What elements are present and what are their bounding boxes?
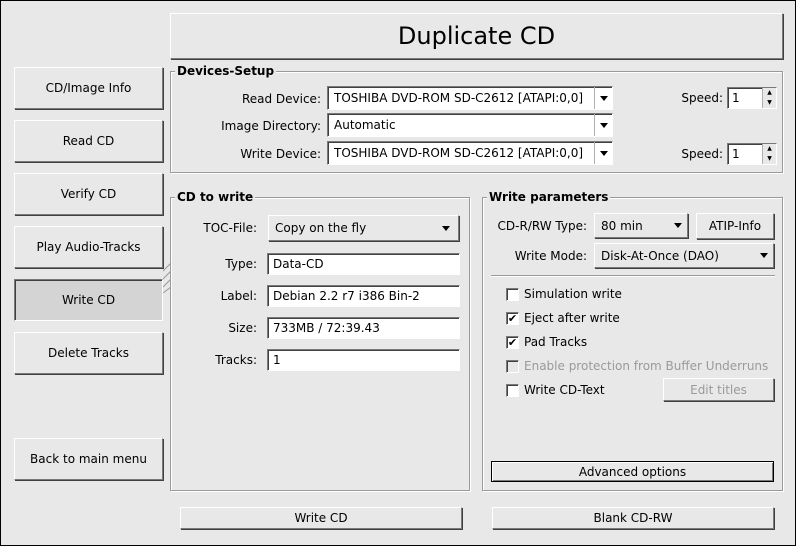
pad-tracks-checkbox[interactable]: ✔ Pad Tracks <box>506 335 587 349</box>
sidebar-item-write-cd[interactable]: Write CD <box>14 279 163 321</box>
read-device-value: TOSHIBA DVD-ROM SD-C2612 [ATAPI:0,0] <box>334 91 584 105</box>
spin-down-icon[interactable]: ▼ <box>763 154 776 164</box>
cd-to-write-title: CD to write <box>175 190 256 204</box>
cd-rw-type-label: CD-R/RW Type: <box>497 219 587 233</box>
page-title: Duplicate CD <box>170 13 783 59</box>
write-mode-label: Write Mode: <box>514 249 587 263</box>
simulation-write-label: Simulation write <box>524 287 622 301</box>
chevron-down-icon[interactable] <box>669 214 687 237</box>
toc-file-value: Copy on the fly <box>275 221 367 235</box>
edit-titles-button: Edit titles <box>663 378 774 401</box>
read-speed-spinner[interactable]: 1 ▲ ▼ <box>727 87 777 109</box>
sidebar-item-cd-image-info[interactable]: CD/Image Info <box>14 67 163 109</box>
write-speed-spinner[interactable]: 1 ▲ ▼ <box>727 143 777 165</box>
sidebar-item-play-audio-tracks[interactable]: Play Audio-Tracks <box>14 226 163 268</box>
toc-file-select[interactable]: Copy on the fly <box>268 215 459 241</box>
back-to-main-menu-button[interactable]: Back to main menu <box>14 438 163 480</box>
size-label: Size: <box>228 321 257 335</box>
advanced-options-button[interactable]: Advanced options <box>491 461 774 482</box>
checkbox-unchecked-icon[interactable] <box>506 383 519 397</box>
pad-tracks-label: Pad Tracks <box>524 335 588 349</box>
write-cd-text-checkbox[interactable]: Write CD-Text <box>506 383 605 397</box>
spin-up-icon[interactable]: ▲ <box>763 88 776 98</box>
label-field[interactable]: Debian 2.2 r7 i386 Bin-2 <box>267 285 460 307</box>
read-speed-label: Speed: <box>681 91 723 105</box>
write-device-value: TOSHIBA DVD-ROM SD-C2612 [ATAPI:0,0] <box>334 146 584 160</box>
write-mode-select[interactable]: Disk-At-Once (DAO) <box>594 243 774 268</box>
chevron-down-icon[interactable] <box>434 216 458 240</box>
tracks-field[interactable]: 1 <box>267 349 460 371</box>
checkmark-icon[interactable]: ✔ <box>506 335 519 349</box>
image-directory-value: Automatic <box>334 118 396 132</box>
divider <box>491 275 775 277</box>
cd-to-write-group: CD to write <box>170 190 470 491</box>
label-label: Label: <box>220 289 257 303</box>
image-directory-select[interactable]: Automatic <box>327 113 613 137</box>
eject-after-write-label: Eject after write <box>524 311 620 325</box>
checkbox-disabled-icon <box>506 359 519 373</box>
read-device-select[interactable]: TOSHIBA DVD-ROM SD-C2612 [ATAPI:0,0] <box>327 86 613 110</box>
chevron-down-icon[interactable] <box>755 244 773 267</box>
devices-setup-title: Devices-Setup <box>175 64 277 78</box>
cd-rw-type-select[interactable]: 80 min <box>594 213 688 238</box>
chevron-down-icon[interactable] <box>594 142 612 164</box>
type-label: Type: <box>225 257 257 271</box>
toc-file-label: TOC-File: <box>203 221 257 235</box>
write-cd-text-label: Write CD-Text <box>524 383 605 397</box>
cd-rw-type-value: 80 min <box>601 218 643 233</box>
sidebar-item-read-cd[interactable]: Read CD <box>14 120 163 162</box>
read-device-label: Read Device: <box>241 92 321 106</box>
checkmark-icon[interactable]: ✔ <box>506 311 519 325</box>
image-directory-label: Image Directory: <box>221 119 321 133</box>
write-parameters-title: Write parameters <box>487 190 611 204</box>
write-mode-value: Disk-At-Once (DAO) <box>601 248 719 263</box>
checkbox-unchecked-icon[interactable] <box>506 287 519 301</box>
buffer-underrun-protection-label: Enable protection from Buffer Underruns <box>524 359 769 373</box>
type-field[interactable]: Data-CD <box>267 253 460 275</box>
chevron-down-icon[interactable] <box>594 114 612 136</box>
size-field[interactable]: 733MB / 72:39.43 <box>267 317 460 339</box>
write-device-label: Write Device: <box>240 147 321 161</box>
spin-up-icon[interactable]: ▲ <box>763 144 776 154</box>
eject-after-write-checkbox[interactable]: ✔ Eject after write <box>506 311 620 325</box>
blank-cd-rw-button[interactable]: Blank CD-RW <box>492 507 774 529</box>
tracks-label: Tracks: <box>215 353 257 367</box>
write-speed-value[interactable]: 1 <box>728 144 762 164</box>
duplicate-cd-window: Duplicate CD CD/Image Info Read CD Verif… <box>0 0 796 546</box>
sidebar-item-delete-tracks[interactable]: Delete Tracks <box>14 332 163 374</box>
write-device-select[interactable]: TOSHIBA DVD-ROM SD-C2612 [ATAPI:0,0] <box>327 141 613 165</box>
chevron-down-icon[interactable] <box>594 87 612 109</box>
write-speed-label: Speed: <box>681 147 723 161</box>
atip-info-button[interactable]: ATIP-Info <box>696 213 774 239</box>
write-cd-button[interactable]: Write CD <box>180 507 462 529</box>
spin-down-icon[interactable]: ▼ <box>763 98 776 108</box>
simulation-write-checkbox[interactable]: Simulation write <box>506 287 622 301</box>
buffer-underrun-protection-checkbox: Enable protection from Buffer Underruns <box>506 359 768 373</box>
sidebar-item-verify-cd[interactable]: Verify CD <box>14 173 163 215</box>
read-speed-value[interactable]: 1 <box>728 88 762 108</box>
